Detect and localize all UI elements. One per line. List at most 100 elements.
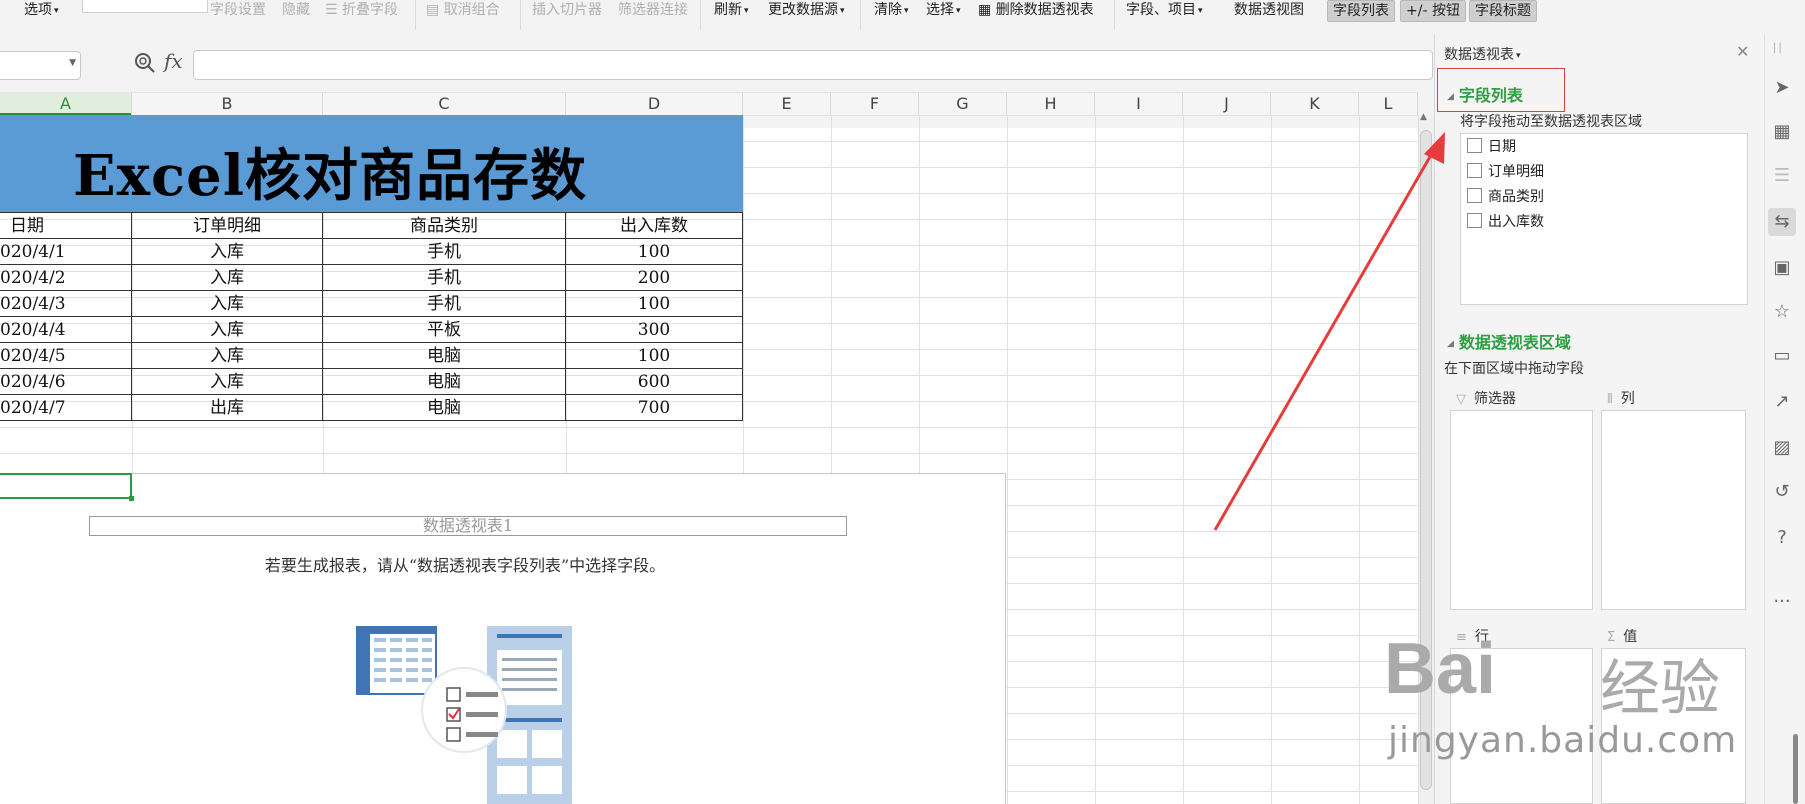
field-item-category[interactable]: 商品类别 — [1467, 188, 1544, 206]
field-item-date[interactable]: 日期 — [1467, 138, 1516, 156]
cell-category[interactable]: 手机 — [323, 291, 566, 316]
filter-drop-area[interactable] — [1450, 410, 1593, 610]
collapse-field-button[interactable]: ☰ 折叠字段 — [325, 0, 398, 22]
cell-category[interactable]: 手机 — [323, 239, 566, 264]
column-header-l[interactable]: L — [1359, 93, 1418, 115]
fields-items-button[interactable]: 字段、项目 — [1126, 0, 1203, 22]
cell-order[interactable]: 出库 — [132, 395, 323, 420]
archive-icon[interactable]: ▭ — [1768, 342, 1796, 370]
cell-date[interactable]: 020/4/4 — [0, 317, 132, 342]
filter-label: 筛选器 — [1474, 391, 1516, 407]
cell-quantity[interactable]: 700 — [566, 395, 743, 420]
column-header-g[interactable]: G — [919, 93, 1007, 115]
cell-date[interactable]: 020/4/7 — [0, 395, 132, 420]
header-order[interactable]: 订单明细 — [132, 213, 323, 238]
pivot-chart-button[interactable]: 数据透视图 — [1234, 0, 1304, 22]
panel-title-dropdown[interactable]: 数据透视表 — [1444, 44, 1521, 64]
table-icon[interactable]: ▦ — [1768, 118, 1796, 146]
change-source-button[interactable]: 更改数据源 — [768, 0, 845, 22]
checkbox[interactable] — [1467, 213, 1482, 228]
column-header-h[interactable]: H — [1007, 93, 1095, 115]
header-quantity[interactable]: 出入库数 — [566, 213, 743, 238]
cell-category[interactable]: 电脑 — [323, 395, 566, 420]
column-header-f[interactable]: F — [831, 93, 919, 115]
cell-order[interactable]: 入库 — [132, 239, 323, 264]
field-item-order[interactable]: 订单明细 — [1467, 163, 1544, 181]
history-icon[interactable]: ↺ — [1768, 478, 1796, 506]
cell-date[interactable]: 020/4/2 — [0, 265, 132, 290]
zoom-icon[interactable] — [133, 51, 157, 75]
cell-date[interactable]: 020/4/6 — [0, 369, 132, 394]
plus-minus-button-toggle[interactable]: +/- 按钮 — [1400, 0, 1466, 22]
table-row: 020/4/1 入库 手机 100 — [0, 239, 743, 265]
options-button[interactable]: 选项 — [24, 0, 59, 22]
sliders-icon[interactable]: ☰ — [1768, 162, 1796, 190]
cell-quantity[interactable]: 200 — [566, 265, 743, 290]
name-box[interactable]: ▼ — [0, 51, 81, 80]
insert-slicer-button[interactable]: 插入切片器 — [532, 0, 602, 22]
star-icon[interactable]: ☆ — [1768, 298, 1796, 326]
delete-pivot-button[interactable]: ▦ 删除数据透视表 — [978, 0, 1094, 22]
cell-category[interactable]: 手机 — [323, 265, 566, 290]
ungroup-button[interactable]: ▤ 取消组合 — [426, 0, 500, 22]
cell-order[interactable]: 入库 — [132, 369, 323, 394]
cell-category[interactable]: 电脑 — [323, 343, 566, 368]
field-header-toggle[interactable]: 字段标题 — [1469, 0, 1537, 22]
column-header-k[interactable]: K — [1271, 93, 1359, 115]
collapse-icon: ☰ — [325, 2, 343, 18]
cell-order[interactable]: 入库 — [132, 265, 323, 290]
column-header-j[interactable]: J — [1183, 93, 1271, 115]
column-header-i[interactable]: I — [1095, 93, 1183, 115]
checkbox[interactable] — [1467, 138, 1482, 153]
help-icon[interactable]: ? — [1768, 524, 1796, 552]
cell-category[interactable]: 电脑 — [323, 369, 566, 394]
field-label: 订单明细 — [1488, 164, 1544, 180]
cell-order[interactable]: 入库 — [132, 317, 323, 342]
cell-quantity[interactable]: 600 — [566, 369, 743, 394]
refresh-button[interactable]: 刷新 — [714, 0, 749, 22]
more-icon[interactable]: ··· — [1768, 588, 1796, 616]
header-date[interactable]: 日期 — [0, 213, 132, 238]
cell-date[interactable]: 020/4/1 — [0, 239, 132, 264]
image-doc-icon[interactable]: ▣ — [1768, 254, 1796, 282]
cell-quantity[interactable]: 100 — [566, 291, 743, 316]
pivot-swap-icon[interactable]: ⇆ — [1768, 208, 1796, 236]
column-header-e[interactable]: E — [743, 93, 831, 115]
select-button[interactable]: 选择 — [926, 0, 961, 22]
header-category[interactable]: 商品类别 — [323, 213, 566, 238]
checkbox[interactable] — [1467, 188, 1482, 203]
cell-order[interactable]: 入库 — [132, 291, 323, 316]
column-header-d[interactable]: D — [566, 93, 743, 115]
cursor-icon[interactable]: ➤ — [1768, 74, 1796, 102]
close-icon[interactable]: ✕ — [1736, 42, 1749, 61]
formula-input[interactable] — [193, 50, 1433, 80]
field-label: 商品类别 — [1488, 189, 1544, 205]
share-icon[interactable]: ↗ — [1768, 388, 1796, 416]
grip-icon[interactable]: ││ — [1772, 44, 1783, 54]
column-header-c[interactable]: C — [323, 93, 566, 115]
hide-button[interactable]: 隐藏 — [282, 0, 310, 22]
clear-button[interactable]: 清除 — [874, 0, 909, 22]
field-list-toggle[interactable]: 字段列表 — [1327, 0, 1395, 22]
filter-connection-button[interactable]: 筛选器连接 — [618, 0, 688, 22]
scroll-up-arrow-icon[interactable]: ▲ — [1420, 112, 1427, 122]
cell-order[interactable]: 入库 — [132, 343, 323, 368]
cell-quantity[interactable]: 300 — [566, 317, 743, 342]
field-settings-button[interactable]: 字段设置 — [210, 0, 266, 22]
cell-quantity[interactable]: 100 — [566, 343, 743, 368]
ribbon-name-field[interactable] — [82, 0, 208, 13]
field-item-quantity[interactable]: 出入库数 — [1467, 213, 1544, 231]
active-cell[interactable] — [0, 473, 134, 501]
column-header-a[interactable]: A — [0, 93, 132, 116]
cell-date[interactable]: 020/4/5 — [0, 343, 132, 368]
fx-icon[interactable]: fx — [164, 49, 183, 73]
cell-date[interactable]: 020/4/3 — [0, 291, 132, 316]
column-header-b[interactable]: B — [132, 93, 323, 115]
panel-scrollbar-thumb[interactable] — [1793, 734, 1798, 804]
areas-section-header[interactable]: ◢ 数据透视表区域 — [1447, 329, 1571, 353]
cell-quantity[interactable]: 100 — [566, 239, 743, 264]
columns-drop-area[interactable] — [1601, 410, 1746, 610]
picture-icon[interactable]: ▨ — [1768, 434, 1796, 462]
cell-category[interactable]: 平板 — [323, 317, 566, 342]
checkbox[interactable] — [1467, 163, 1482, 178]
